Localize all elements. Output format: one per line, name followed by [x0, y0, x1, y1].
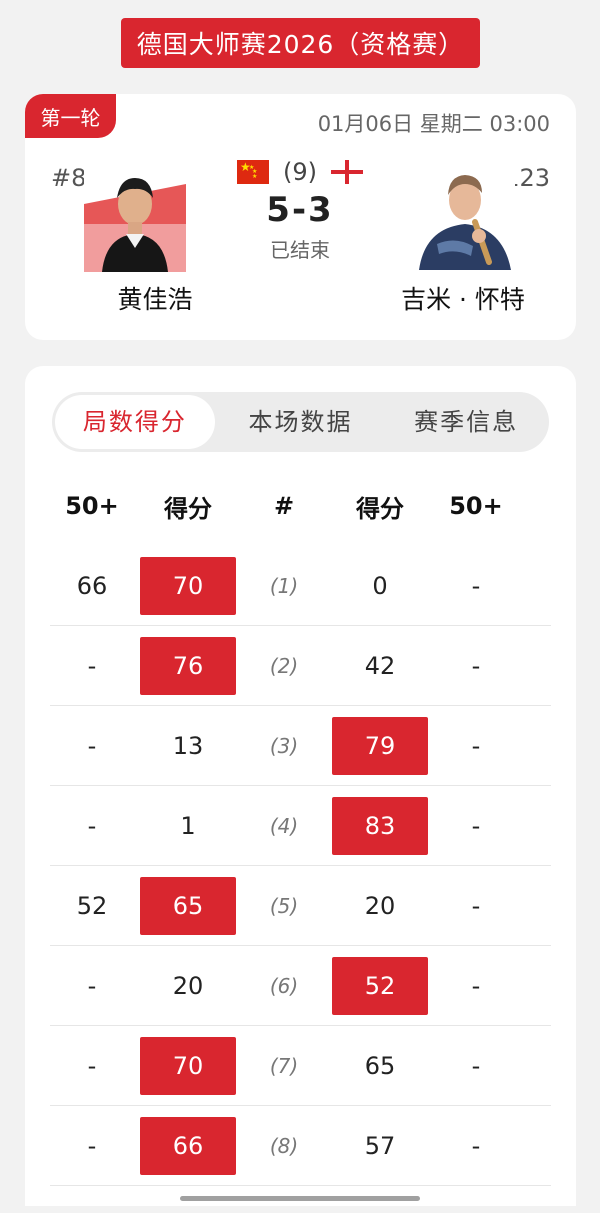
- table-row: - 1 (4) 83 -: [50, 786, 551, 866]
- frame-number: (3): [269, 733, 299, 758]
- left-frame-score: 70: [140, 1036, 236, 1095]
- frame-number: (4): [269, 813, 299, 838]
- table-row: - 66 (8) 57 -: [50, 1106, 551, 1186]
- left-50plus: 66: [76, 571, 108, 600]
- tournament-title: 德国大师赛2026（资格赛）: [121, 18, 480, 68]
- right-frame-score: 79: [332, 716, 428, 775]
- match-card[interactable]: 第一轮 01月06日 星期二 03:00 #86 #123 黄佳浩 吉米 · 怀…: [25, 94, 576, 340]
- england-flag-icon: [331, 160, 363, 184]
- table-row: - 76 (2) 42 -: [50, 626, 551, 706]
- frame-number: (5): [269, 893, 299, 918]
- table-row: - 70 (7) 65 -: [50, 1026, 551, 1106]
- right-50plus: -: [471, 1131, 481, 1160]
- right-frame-score: 83: [332, 796, 428, 855]
- right-player-name[interactable]: 吉米 · 怀特: [383, 280, 543, 316]
- left-50plus: 52: [76, 891, 108, 920]
- table-row: 52 65 (5) 20 -: [50, 866, 551, 946]
- left-frame-score: 76: [140, 636, 236, 695]
- right-50plus: -: [471, 651, 481, 680]
- tab-match-stats[interactable]: 本场数据: [221, 395, 381, 449]
- header-right-50plus: 50+: [449, 492, 503, 520]
- right-50plus: -: [471, 571, 481, 600]
- left-player-name[interactable]: 黄佳浩: [75, 280, 235, 316]
- home-indicator[interactable]: [180, 1196, 420, 1201]
- right-50plus: -: [471, 811, 481, 840]
- left-50plus: -: [87, 1051, 97, 1080]
- right-frame-score: 65: [364, 1051, 396, 1080]
- frame-score-list: 66 70 (1) 0 - - 76 (2) 42 - - 13 (3) 79 …: [50, 546, 551, 1186]
- header-frame-number: #: [273, 492, 295, 520]
- right-frame-score: 20: [364, 891, 396, 920]
- tab-season-info[interactable]: 赛季信息: [386, 395, 546, 449]
- frame-number: (1): [269, 573, 299, 598]
- right-frame-score: 42: [364, 651, 396, 680]
- left-frame-score: 65: [140, 876, 236, 935]
- header-right-score: 得分: [356, 494, 404, 523]
- left-50plus: -: [87, 811, 97, 840]
- frame-number: (7): [269, 1053, 299, 1078]
- right-player-avatar[interactable]: [415, 162, 515, 270]
- tab-frame-scores[interactable]: 局数得分: [55, 395, 215, 449]
- left-frame-score: 66: [140, 1116, 236, 1175]
- header-left-score: 得分: [164, 494, 212, 523]
- right-frame-score: 52: [332, 956, 428, 1015]
- frame-number: (2): [269, 653, 299, 678]
- left-frame-score: 20: [172, 971, 204, 1000]
- table-row: - 13 (3) 79 -: [50, 706, 551, 786]
- right-50plus: -: [471, 731, 481, 760]
- china-flag-icon: ★ ★ ★ ★: [237, 160, 269, 184]
- left-frame-score: 70: [140, 556, 236, 615]
- stats-card: 局数得分 本场数据 赛季信息 50+ 得分 # 得分 50+ 66 70 (1)…: [25, 366, 576, 1206]
- left-50plus: -: [87, 971, 97, 1000]
- tab-bar: 局数得分 本场数据 赛季信息: [52, 392, 549, 452]
- match-datetime: 01月06日 星期二 03:00: [317, 112, 550, 136]
- table-row: - 20 (6) 52 -: [50, 946, 551, 1026]
- match-score: 5-3: [266, 190, 334, 230]
- left-player-avatar[interactable]: [84, 164, 186, 272]
- frame-number: (6): [269, 973, 299, 998]
- frames-total: (9): [283, 158, 317, 186]
- table-header: 50+ 得分 # 得分 50+: [50, 486, 551, 526]
- header-left-50plus: 50+: [65, 492, 119, 520]
- round-tag: 第一轮: [25, 94, 116, 138]
- right-frame-score: 57: [364, 1131, 396, 1160]
- right-frame-score: 0: [372, 571, 388, 600]
- left-50plus: -: [87, 731, 97, 760]
- frame-number: (8): [269, 1133, 299, 1158]
- left-frame-score: 13: [172, 731, 204, 760]
- score-block: ★ ★ ★ ★ (9) 5-3 已结束: [200, 154, 400, 263]
- left-frame-score: 1: [180, 811, 196, 840]
- left-50plus: -: [87, 1131, 97, 1160]
- left-50plus: -: [87, 651, 97, 680]
- table-row: 66 70 (1) 0 -: [50, 546, 551, 626]
- match-status: 已结束: [270, 238, 330, 262]
- right-50plus: -: [471, 971, 481, 1000]
- right-50plus: -: [471, 1051, 481, 1080]
- right-50plus: -: [471, 891, 481, 920]
